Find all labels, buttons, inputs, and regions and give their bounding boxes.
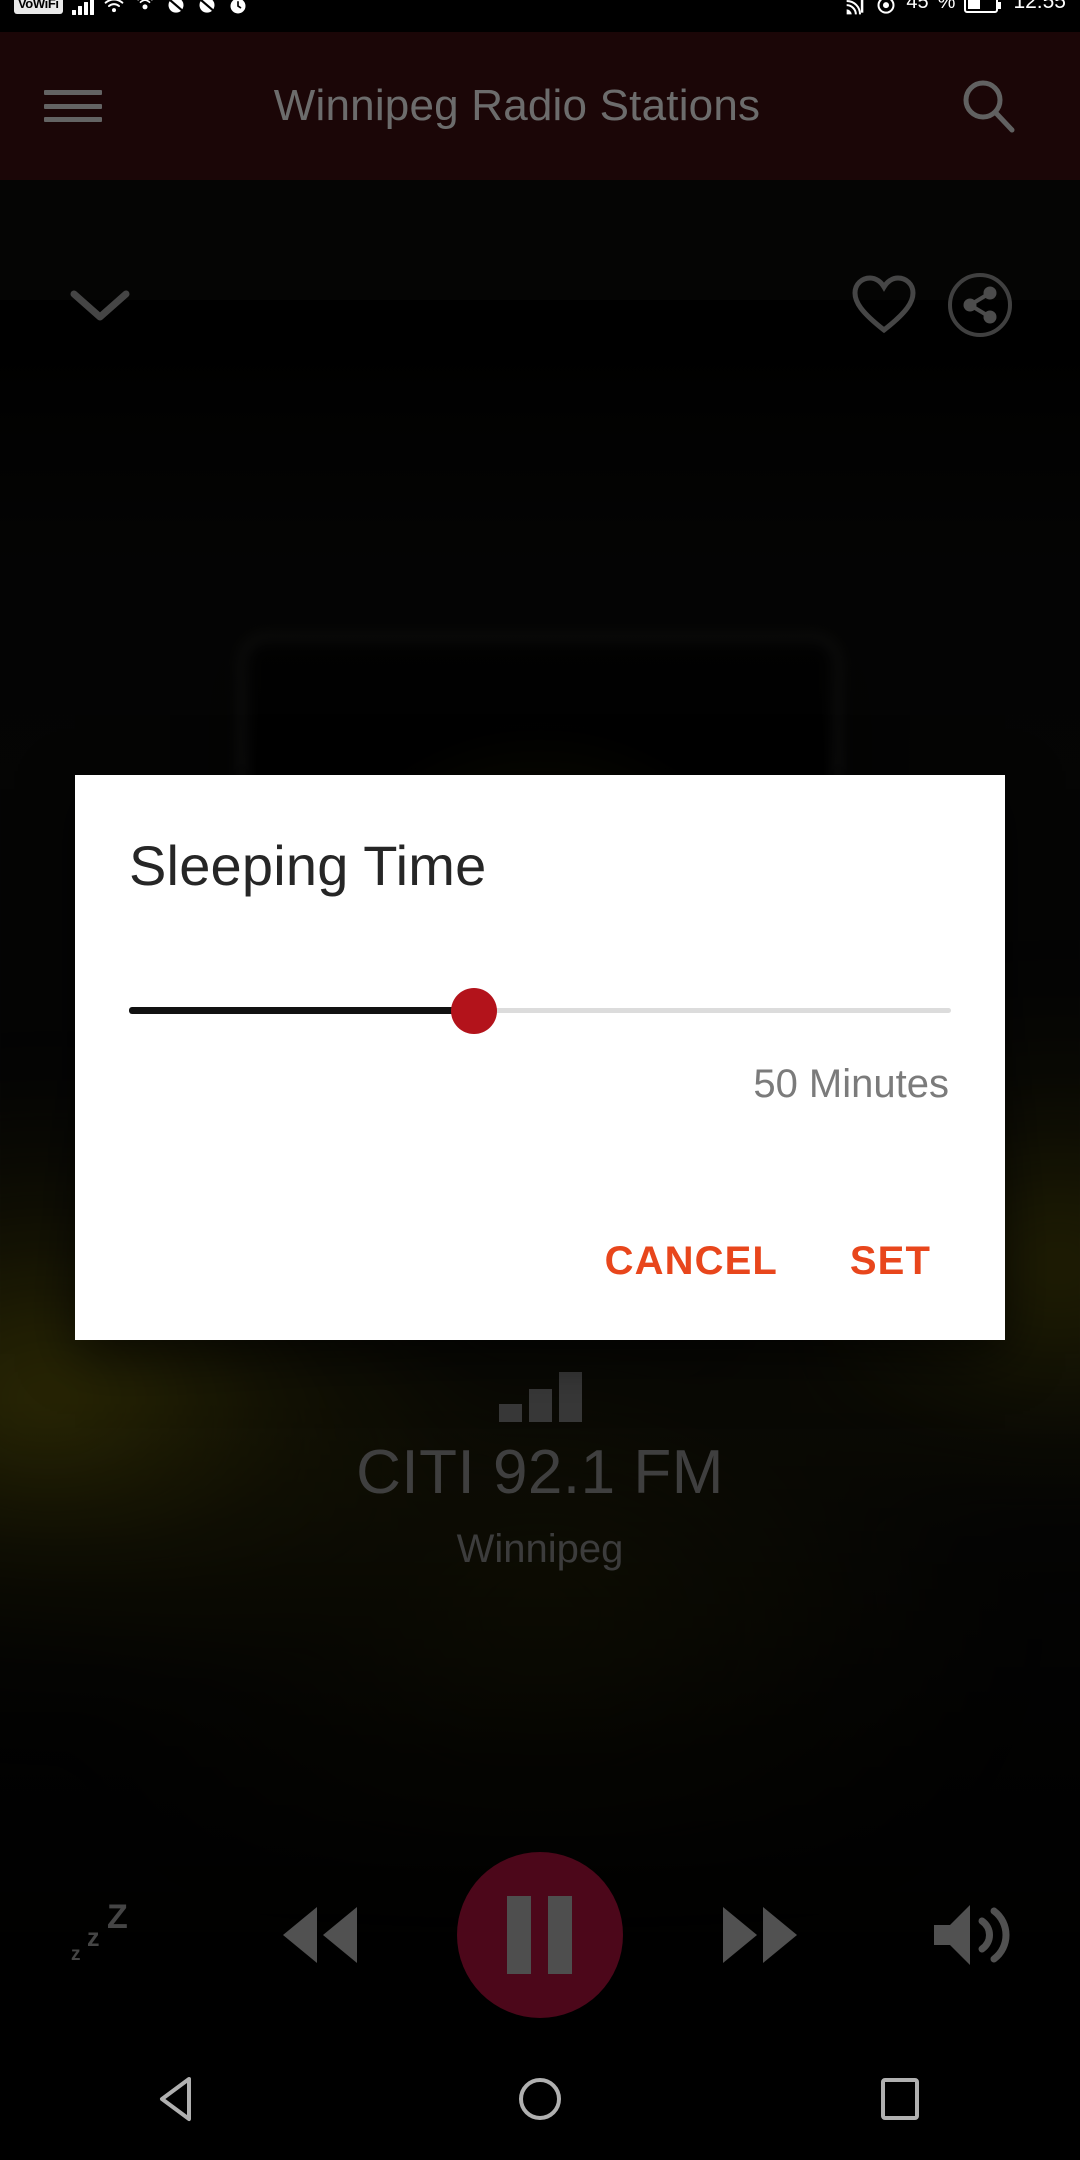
back-button[interactable] <box>120 2054 240 2144</box>
back-triangle-icon <box>160 2077 191 2121</box>
percent-symbol: % <box>937 0 956 13</box>
cancel-button[interactable]: CANCEL <box>583 1225 800 1298</box>
battery-percent: 45 <box>906 0 929 13</box>
cast-icon <box>846 0 864 15</box>
status-bar-right: 45 % 12:55 <box>844 0 1066 32</box>
vowifi-badge: VoWiFi <box>14 0 63 14</box>
home-button[interactable] <box>480 2054 600 2144</box>
home-circle-icon <box>519 2078 561 2120</box>
hotspot-icon <box>136 0 153 10</box>
battery-icon <box>964 0 1002 13</box>
dialog-actions: CANCEL SET <box>121 1225 959 1340</box>
slider-value-label: 50 Minutes <box>753 1062 949 1106</box>
wifi-icon <box>104 0 123 13</box>
do-not-disturb-icon-2 <box>199 0 215 13</box>
recents-button[interactable] <box>840 2054 960 2144</box>
status-bar: VoWiFi 45 % 12:55 <box>0 0 1080 32</box>
recents-square-icon <box>881 2078 919 2120</box>
eye-icon <box>877 0 895 14</box>
slider-thumb[interactable] <box>451 988 498 1034</box>
android-navigation-bar <box>0 2038 1080 2160</box>
sleeping-time-dialog: Sleeping Time 50 Minutes CANCEL SET <box>75 775 1005 1340</box>
dialog-title: Sleeping Time <box>129 834 487 897</box>
sleep-duration-slider[interactable] <box>121 982 959 1038</box>
slider-fill <box>129 1007 475 1014</box>
clock: 12:55 <box>1013 0 1066 13</box>
signal-bars-icon <box>71 0 94 15</box>
status-bar-left: VoWiFi <box>14 0 249 32</box>
do-not-disturb-icon <box>168 0 184 13</box>
alarm-icon <box>230 0 246 14</box>
set-button[interactable]: SET <box>828 1225 953 1298</box>
